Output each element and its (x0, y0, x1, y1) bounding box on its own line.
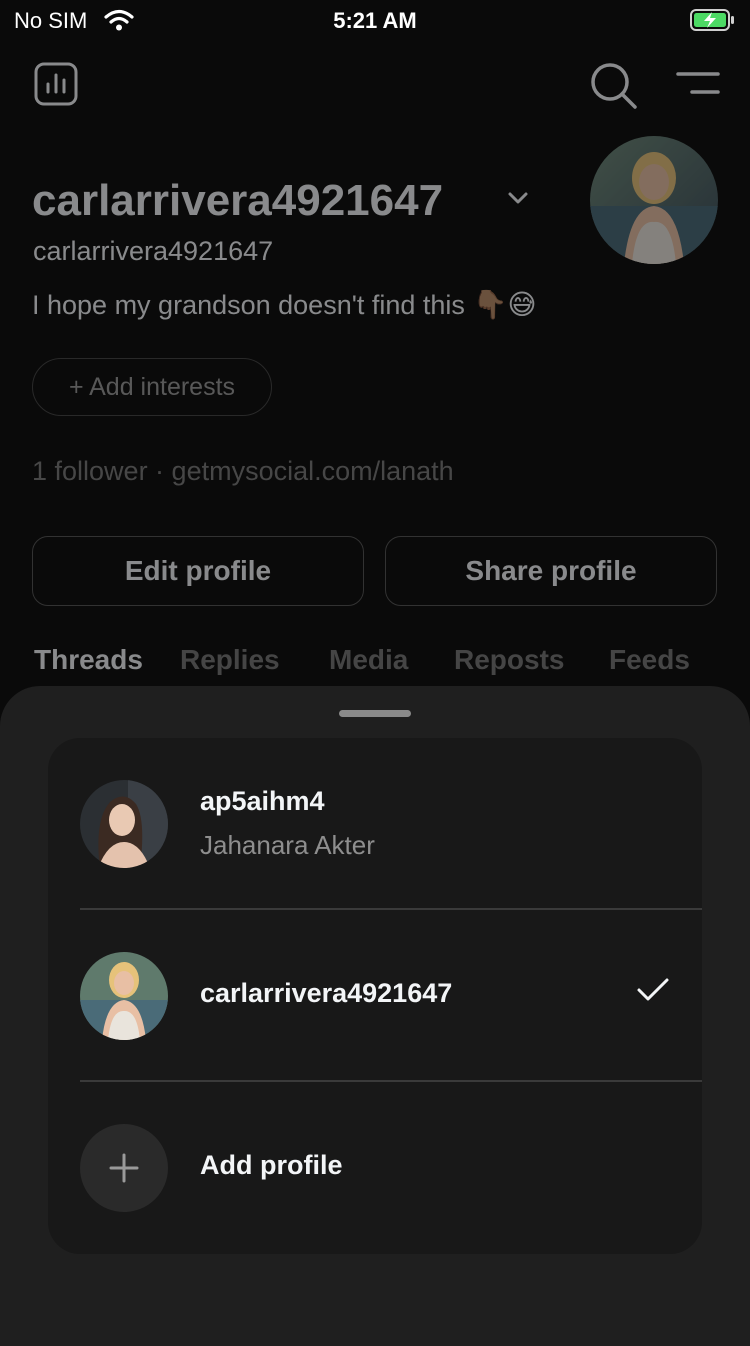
followers-line[interactable]: 1 follower · getmysocial.com/lanath (32, 456, 454, 487)
chevron-down-icon[interactable] (506, 190, 530, 211)
add-profile-label: Add profile (200, 1150, 343, 1180)
bio-text: I hope my grandson doesn't find this (32, 290, 465, 320)
profile-tabs: Threads Replies Media Reposts Feeds (0, 644, 750, 684)
accounts-card: ap5aihm4 Jahanara Akter carlarrivera4921… (48, 738, 702, 1254)
account-username: carlarrivera4921647 (200, 978, 453, 1008)
insights-icon[interactable] (34, 62, 78, 111)
account-row-carlarrivera4921647[interactable]: carlarrivera4921647 (48, 910, 702, 1080)
avatar (80, 952, 168, 1040)
status-bar: No SIM 5:21 AM (0, 0, 750, 44)
profile-avatar[interactable] (590, 136, 718, 264)
add-interests-button[interactable]: + Add interests (32, 358, 272, 416)
checkmark-icon (636, 976, 670, 1009)
plus-icon (80, 1124, 168, 1212)
search-icon[interactable] (590, 62, 638, 115)
tab-replies[interactable]: Replies (180, 644, 280, 676)
avatar (80, 780, 168, 868)
account-switcher-sheet: ap5aihm4 Jahanara Akter carlarrivera4921… (0, 686, 750, 1346)
tab-feeds[interactable]: Feeds (609, 644, 690, 676)
sheet-grabber[interactable] (339, 710, 411, 717)
add-profile-row[interactable]: Add profile (48, 1082, 702, 1254)
account-username: ap5aihm4 (200, 786, 325, 816)
profile-bio: I hope my grandson doesn't find this 👇🏽😅 (32, 288, 537, 321)
tab-media[interactable]: Media (329, 644, 408, 676)
tab-threads[interactable]: Threads (34, 644, 143, 676)
profile-username[interactable]: carlarrivera4921647 (32, 176, 443, 226)
account-row-ap5aihm4[interactable]: ap5aihm4 Jahanara Akter (48, 738, 702, 908)
profile-handle: carlarrivera4921647 (33, 236, 274, 266)
profile-page: carlarrivera4921647 carlarrivera4921647 … (0, 0, 750, 700)
battery-charging-icon (690, 8, 736, 37)
bio-emojis: 👇🏽😅 (472, 289, 537, 320)
menu-icon[interactable] (676, 70, 720, 103)
account-name: Jahanara Akter (200, 830, 375, 860)
clock: 5:21 AM (333, 8, 417, 33)
tab-reposts[interactable]: Reposts (454, 644, 564, 676)
edit-profile-button[interactable]: Edit profile (32, 536, 364, 606)
share-profile-button[interactable]: Share profile (385, 536, 717, 606)
